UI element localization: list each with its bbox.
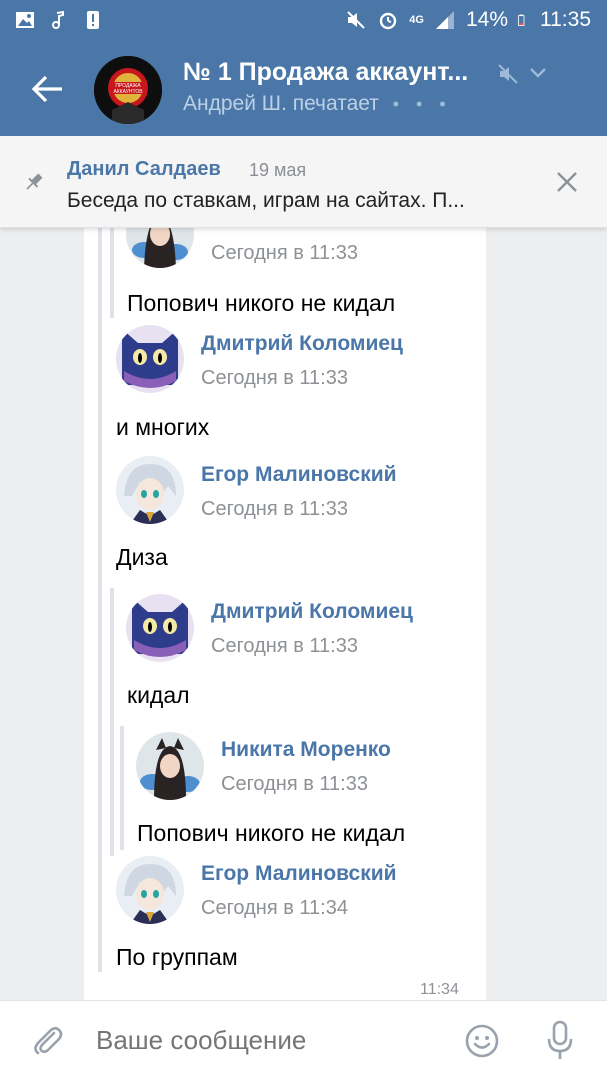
typing-status: Андрей Ш. печатает • • • — [183, 92, 452, 116]
message-text: кидал — [127, 682, 190, 708]
message-sent-time: 11:34 — [420, 981, 459, 998]
quote-line — [110, 588, 114, 856]
message-text: Попович никого не кидал — [127, 290, 396, 316]
message-time: Сегодня в 11:33 — [211, 242, 358, 264]
author-name[interactable]: Егор Малиновский — [201, 463, 397, 487]
message-time: Сегодня в 11:33 — [201, 498, 348, 520]
cat-avatar-icon — [116, 325, 184, 393]
quote-line — [98, 228, 102, 972]
message-text: Попович никого не кидал — [137, 820, 406, 846]
logo-text-mid: АККАУНТОВ — [113, 89, 143, 95]
composer-bar — [0, 1000, 607, 1080]
mute-sound-icon — [347, 11, 365, 29]
alarm-icon — [380, 12, 397, 30]
status-bar: 4G 14% 11:35 — [0, 0, 607, 42]
music-note-icon — [52, 10, 64, 29]
clock: 11:35 — [540, 8, 591, 31]
battery-percent: 14% — [465, 8, 508, 31]
message-time: Сегодня в 11:33 — [221, 773, 368, 795]
back-arrow-icon[interactable] — [24, 66, 70, 112]
avatar[interactable] — [126, 594, 194, 662]
battery-icon — [518, 14, 525, 26]
pin-icon — [26, 173, 43, 190]
pinned-message[interactable]: Данил Салдаев 19 мая Беседа по ставкам, … — [0, 136, 607, 228]
author-name[interactable]: Егор Малиновский — [201, 862, 397, 886]
avatar[interactable] — [136, 732, 204, 800]
avatar[interactable] — [116, 856, 184, 924]
cat-avatar-icon — [126, 594, 194, 662]
signal-icon — [435, 11, 454, 29]
chat-avatar[interactable]: ПРОДАЖА АККАУНТОВ — [94, 56, 162, 124]
chat-title[interactable]: № 1 Продажа аккаунт... — [183, 58, 468, 87]
microphone-icon[interactable] — [545, 1019, 575, 1061]
avatar[interactable] — [116, 456, 184, 524]
alert-icon — [87, 11, 99, 29]
message-input[interactable] — [96, 1025, 436, 1056]
status-bar-right: 4G 14% 11:35 — [345, 8, 591, 32]
close-icon[interactable] — [555, 170, 579, 194]
author-name[interactable]: Дмитрий Коломиец — [201, 332, 403, 356]
message-time: Сегодня в 11:33 — [211, 635, 358, 657]
typing-dots: • • • — [392, 94, 452, 114]
typing-status-text: Андрей Ш. печатает — [183, 92, 379, 115]
avatar[interactable] — [116, 325, 184, 393]
girl-avatar-icon — [136, 732, 204, 800]
smile-icon[interactable] — [464, 1023, 500, 1059]
author-name[interactable]: Дмитрий Коломиец — [211, 600, 413, 624]
anime-avatar-icon — [116, 856, 184, 924]
author-name[interactable]: Никита Моренко — [221, 738, 391, 762]
network-type: 4G — [409, 14, 424, 26]
message-time: Сегодня в 11:34 — [201, 897, 348, 919]
anime-avatar-icon — [116, 456, 184, 524]
quote-line — [120, 726, 124, 850]
chat-header: ПРОДАЖА АККАУНТОВ № 1 Продажа аккаунт...… — [0, 42, 607, 136]
pinned-text: Беседа по ставкам, играм на сайтах. П... — [67, 189, 465, 212]
muted-icon — [498, 64, 518, 84]
gallery-icon — [16, 12, 34, 28]
message-text: Диза — [116, 544, 168, 570]
quote-line — [110, 228, 114, 318]
chevron-down-icon[interactable] — [528, 64, 548, 80]
message-text: По группам — [116, 944, 238, 970]
pinned-author: Данил Салдаев — [67, 158, 221, 180]
pinned-date: 19 мая — [249, 160, 307, 180]
paperclip-icon[interactable] — [30, 1023, 66, 1059]
status-bar-left — [14, 9, 104, 31]
chat-logo-icon: ПРОДАЖА АККАУНТОВ — [94, 56, 162, 124]
message-time: Сегодня в 11:33 — [201, 367, 348, 389]
message-text: и многих — [116, 414, 210, 440]
